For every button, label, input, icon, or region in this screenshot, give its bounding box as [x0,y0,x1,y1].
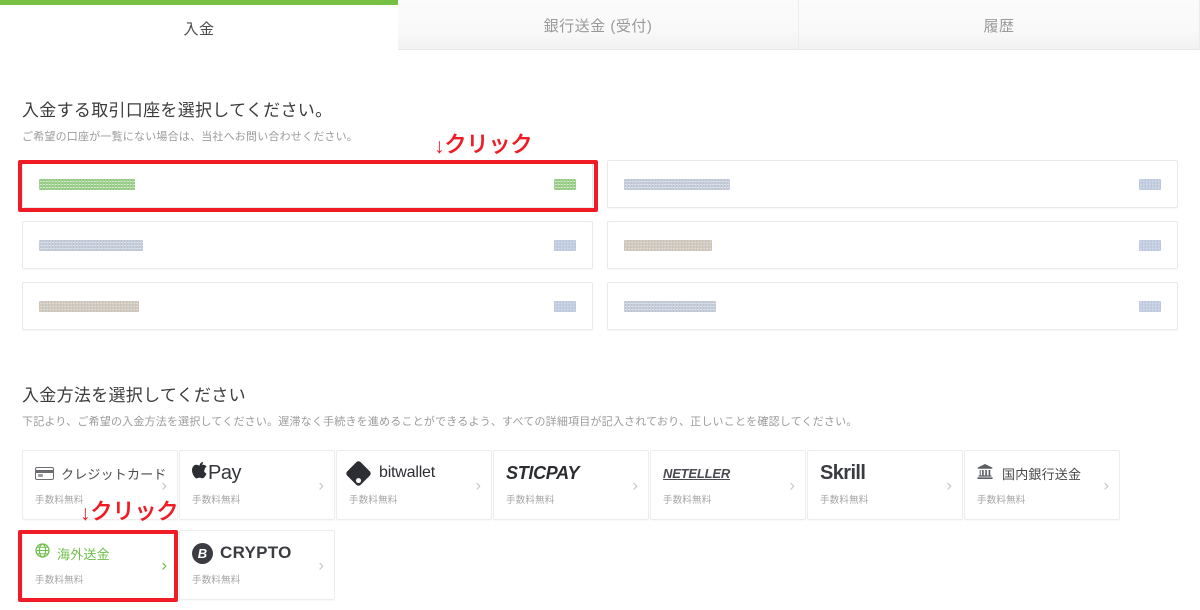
account-name-redacted [624,178,730,190]
payment-method-fee: 手数料無料 [663,495,712,506]
chevron-right-icon[interactable]: › [475,477,481,494]
methods-section-title: 入金方法を選択してください [22,386,246,405]
account-name-redacted [624,239,712,251]
tab-history[interactable]: 履歴 [799,0,1200,50]
globe-icon [35,543,50,563]
account-balance-redacted [554,300,576,312]
account-name-redacted [39,239,143,251]
payment-method-card[interactable]: 海外送金手数料無料 › [22,530,178,600]
bitcoin-icon: B [192,542,220,564]
payment-method-card[interactable]: クレジットカード手数料無料 › [22,450,178,520]
chevron-right-icon[interactable]: › [946,477,952,494]
payment-method-brand: B CRYPTO [192,542,322,564]
payment-method-brand: NETELLER [663,462,793,484]
payment-method-grid: クレジットカード 手数料無料 › Pay 手数料無料 › bitwallet 手数料無料 › ST… [22,450,1182,610]
methods-section-heading: 入金方法を選択してください 下記より、ご希望の入金方法を選択してください。遅滞な… [0,381,1200,429]
payment-method-label: STICPAY [506,462,580,483]
payment-method-brand: Skrill [820,462,950,484]
accounts-section-title: 入金する取引口座を選択してください。 [22,101,333,120]
chevron-right-icon[interactable]: › [632,477,638,494]
payment-method-card[interactable]: Skrill 手数料無料 › [807,450,963,520]
payment-method-brand: bitwallet [345,459,479,487]
payment-method-label: 国内銀行送金 [1002,466,1082,482]
payment-method-card[interactable]: Pay 手数料無料 › [179,450,335,520]
bank-icon [977,464,993,482]
account-balance-redacted [554,239,576,251]
payment-method-card[interactable]: B CRYPTO 手数料無料 › [179,530,335,600]
account-name-redacted [624,300,716,312]
payment-method-card[interactable]: bitwallet 手数料無料 › [336,450,492,520]
payment-method-label: NETELLER [663,465,731,481]
account-card-grid [22,160,1178,343]
account-name-redacted [39,178,135,190]
payment-method-brand: STICPAY [506,462,636,484]
tab-bar-underline [398,49,1200,50]
payment-method-card[interactable]: 国内銀行送金手数料無料 › [964,450,1120,520]
tab-bar: 入金 銀行送金 (受付) 履歴 [0,0,1200,50]
payment-method-label: bitwallet [379,464,436,481]
tab-history-label: 履歴 [983,17,1015,35]
account-card[interactable] [22,282,593,330]
payment-method-fee: 手数料無料 [192,495,241,506]
tab-bank-transfer-label: 銀行送金 (受付) [543,17,653,35]
payment-method-label: 海外送金 [57,546,110,562]
account-card[interactable] [607,160,1178,208]
tab-bank-transfer[interactable]: 銀行送金 (受付) [398,0,799,50]
payment-method-brand: Pay [192,462,322,484]
chevron-right-icon[interactable]: › [789,477,795,494]
account-balance-redacted [1139,239,1161,251]
account-card[interactable] [22,160,593,208]
chevron-right-icon[interactable]: › [161,477,167,494]
accounts-section-subtitle: ご希望の口座が一覧にない場合は、当社へお問い合わせください。 [22,131,358,143]
accounts-section-heading: 入金する取引口座を選択してください。 ご希望の口座が一覧にない場合は、当社へお問… [0,96,1200,144]
account-name-redacted [39,300,139,312]
payment-method-fee: 手数料無料 [506,495,555,506]
account-card-row [22,282,1178,330]
methods-section-subtitle: 下記より、ご希望の入金方法を選択してください。遅滞なく手続きを進めることができる… [22,416,858,428]
account-balance-redacted [1139,300,1161,312]
payment-method-label: CRYPTO [220,543,292,562]
apple-pay-icon [192,462,207,484]
account-balance-redacted [1139,178,1161,190]
payment-method-label: Skrill [820,461,866,484]
payment-method-fee: 手数料無料 [35,495,84,506]
payment-method-fee: 手数料無料 [820,495,869,506]
payment-method-brand: クレジットカード [35,462,167,484]
payment-method-brand: 海外送金 [35,542,165,564]
chevron-right-icon[interactable]: › [318,557,324,574]
account-balance-redacted [554,178,576,190]
account-card[interactable] [22,221,593,269]
payment-method-fee: 手数料無料 [349,495,398,506]
chevron-right-icon[interactable]: › [318,477,324,494]
payment-method-brand: 国内銀行送金 [977,462,1107,484]
bitwallet-icon [345,459,377,487]
tab-deposit[interactable]: 入金 [0,0,398,50]
credit-card-icon [35,466,54,480]
chevron-right-icon[interactable]: › [1103,477,1109,494]
payment-method-card[interactable]: STICPAY 手数料無料 › [493,450,649,520]
account-card[interactable] [607,282,1178,330]
account-card[interactable] [607,221,1178,269]
account-card-row [22,221,1178,269]
payment-method-fee: 手数料無料 [35,575,84,586]
payment-method-label: Pay [208,461,241,484]
payment-method-fee: 手数料無料 [192,575,241,586]
payment-method-label: クレジットカード [61,466,167,482]
account-card-row [22,160,1178,208]
chevron-right-icon[interactable]: › [161,557,167,574]
tab-deposit-label: 入金 [183,21,215,38]
payment-method-card[interactable]: NETELLER 手数料無料 › [650,450,806,520]
payment-method-fee: 手数料無料 [977,495,1026,506]
